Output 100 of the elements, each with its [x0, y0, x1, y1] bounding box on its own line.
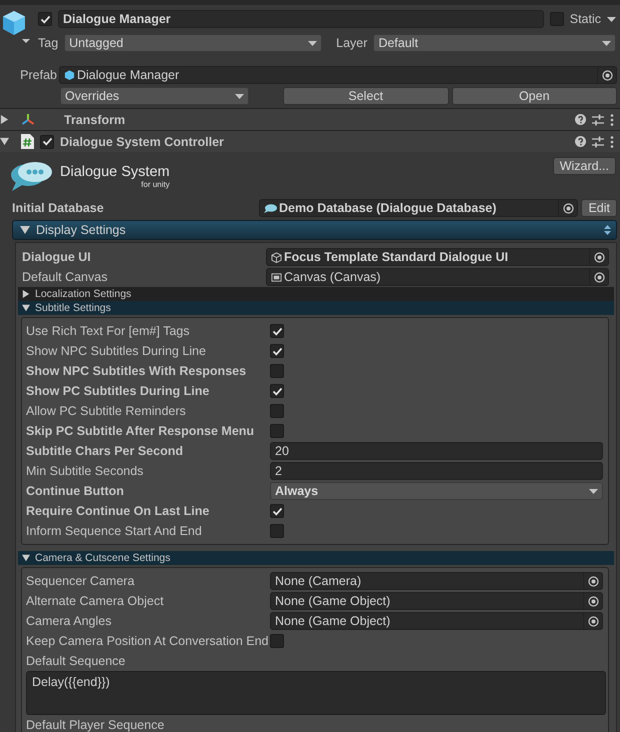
object-picker-icon[interactable]: [602, 70, 612, 80]
overrides-dropdown[interactable]: Overrides: [60, 87, 249, 105]
logo-subtitle: for unity: [141, 180, 170, 188]
checkbox[interactable]: [270, 404, 284, 418]
name-field[interactable]: Dialogue Manager: [58, 10, 544, 28]
object-value: Canvas (Canvas): [284, 270, 382, 284]
object-field[interactable]: None (Game Object): [270, 592, 603, 610]
object-picker-icon[interactable]: [594, 272, 604, 282]
caret-icon: [589, 488, 598, 494]
field-label: Skip PC Subtitle After Response Menu: [26, 424, 256, 438]
prefab-button[interactable]: Select: [283, 87, 448, 105]
foldout-arrow-icon[interactable]: [22, 554, 30, 562]
kebab-menu-icon[interactable]: [610, 114, 614, 126]
field-label: Use Rich Text For [em#] Tags: [26, 324, 190, 338]
section-title: Localization Settings: [35, 288, 132, 300]
number-field[interactable]: 2: [270, 462, 603, 480]
section-title: Camera & Cutscene Settings: [35, 552, 170, 564]
section-header[interactable]: Camera & Cutscene Settings: [18, 551, 614, 565]
prefab-label: Prefab: [19, 68, 57, 82]
number-field[interactable]: 20: [270, 442, 603, 460]
caret-icon: [607, 16, 616, 22]
edit-button[interactable]: Edit: [581, 199, 617, 217]
tag-dropdown[interactable]: Untagged: [64, 34, 322, 52]
checkbox[interactable]: [270, 344, 284, 358]
object-picker-icon[interactable]: [562, 202, 574, 214]
help-icon[interactable]: [575, 114, 586, 125]
checkbox[interactable]: [38, 12, 52, 26]
object-picker-icon[interactable]: [588, 596, 598, 606]
checkbox[interactable]: [270, 364, 284, 378]
component-title: Dialogue System Controller: [60, 134, 224, 148]
caret-icon: [308, 40, 318, 46]
layer-dropdown[interactable]: Default: [373, 34, 616, 52]
help-icon[interactable]: [575, 136, 586, 147]
checkbox[interactable]: [270, 324, 284, 338]
field-label: Inform Sequence Start And End: [26, 524, 203, 538]
field-label: Dialogue UI: [22, 250, 92, 264]
object-field[interactable]: None (Game Object): [270, 612, 603, 630]
sliders-icon[interactable]: [592, 136, 604, 148]
object-value: Demo Database (Dialogue Database): [279, 201, 498, 215]
checkbox[interactable]: [270, 634, 284, 648]
section-header[interactable]: Display Settings: [12, 220, 617, 240]
kebab-menu-icon[interactable]: [610, 136, 614, 148]
foldout-arrow-icon[interactable]: [22, 290, 30, 298]
field-label: Default Sequence: [26, 654, 126, 668]
field-label: Continue Button: [26, 484, 125, 498]
script-icon: [21, 134, 34, 149]
prefab-button[interactable]: Open: [452, 87, 617, 105]
speech-bubble-icon: [264, 204, 277, 212]
checkbox[interactable]: [270, 384, 284, 398]
field-label: Show PC Subtitles During Line: [26, 384, 210, 398]
component-title: Transform: [64, 112, 126, 126]
object-value: None (Game Object): [275, 614, 392, 628]
object-field[interactable]: Canvas (Canvas): [266, 268, 609, 286]
caret-icon: [602, 40, 611, 46]
section-title: Subtitle Settings: [35, 302, 111, 314]
checkbox[interactable]: [270, 504, 284, 518]
object-field[interactable]: None (Camera): [270, 572, 603, 590]
object-value: Dialogue Manager: [77, 68, 180, 82]
section-header[interactable]: Localization Settings: [18, 287, 614, 301]
field-label: Default Player Sequence: [26, 718, 166, 732]
field-label: Alternate Camera Object: [26, 594, 165, 608]
object-value: Focus Template Standard Dialogue UI: [284, 250, 510, 264]
section-title: Display Settings: [36, 223, 126, 237]
axes-icon: [21, 112, 35, 126]
prefab-field[interactable]: Dialogue Manager: [59, 66, 617, 84]
field-label: Allow PC Subtitle Reminders: [26, 404, 187, 418]
sliders-icon[interactable]: [592, 114, 604, 126]
object-picker-icon[interactable]: [588, 616, 598, 626]
object-value: None (Camera): [275, 574, 362, 588]
object-picker-icon[interactable]: [588, 576, 598, 586]
checkbox[interactable]: [550, 12, 564, 26]
foldout-arrow-icon[interactable]: [20, 225, 30, 235]
field-label: Show NPC Subtitles With Responses: [26, 364, 248, 378]
cube-icon: [271, 252, 282, 262]
object-field[interactable]: Focus Template Standard Dialogue UI: [266, 248, 609, 266]
checkbox[interactable]: [270, 524, 284, 538]
dropdown[interactable]: Always: [270, 482, 603, 500]
checkbox[interactable]: [270, 424, 284, 438]
field-label: Keep Camera Position At Conversation End: [26, 634, 270, 648]
field-label: Min Subtitle Seconds: [26, 464, 144, 478]
caret-icon: [235, 94, 244, 98]
foldout-arrow-icon[interactable]: [0, 115, 9, 124]
object-picker-icon[interactable]: [594, 252, 604, 262]
cube-icon: [2, 9, 30, 45]
object-field[interactable]: Demo Database (Dialogue Database): [259, 199, 578, 217]
cube-icon: [64, 69, 75, 81]
wizard-button[interactable]: Wizard...: [552, 157, 616, 175]
foldout-arrow-icon[interactable]: [22, 304, 30, 312]
static-label: Static: [570, 12, 601, 26]
field-label: Show NPC Subtitles During Line: [26, 344, 207, 358]
section-header[interactable]: Subtitle Settings: [18, 301, 614, 315]
field-label: Sequencer Camera: [26, 574, 136, 588]
foldout-arrow-icon[interactable]: [0, 137, 9, 146]
field-label: Default Canvas: [22, 270, 108, 284]
layer-label: Layer: [336, 36, 368, 50]
logo-title: Dialogue System: [60, 164, 170, 180]
field-label: Require Continue On Last Line: [26, 504, 210, 518]
text-area[interactable]: Delay({{end}}): [26, 671, 606, 715]
field-label: Camera Angles: [26, 614, 112, 628]
checkbox[interactable]: [40, 134, 54, 148]
